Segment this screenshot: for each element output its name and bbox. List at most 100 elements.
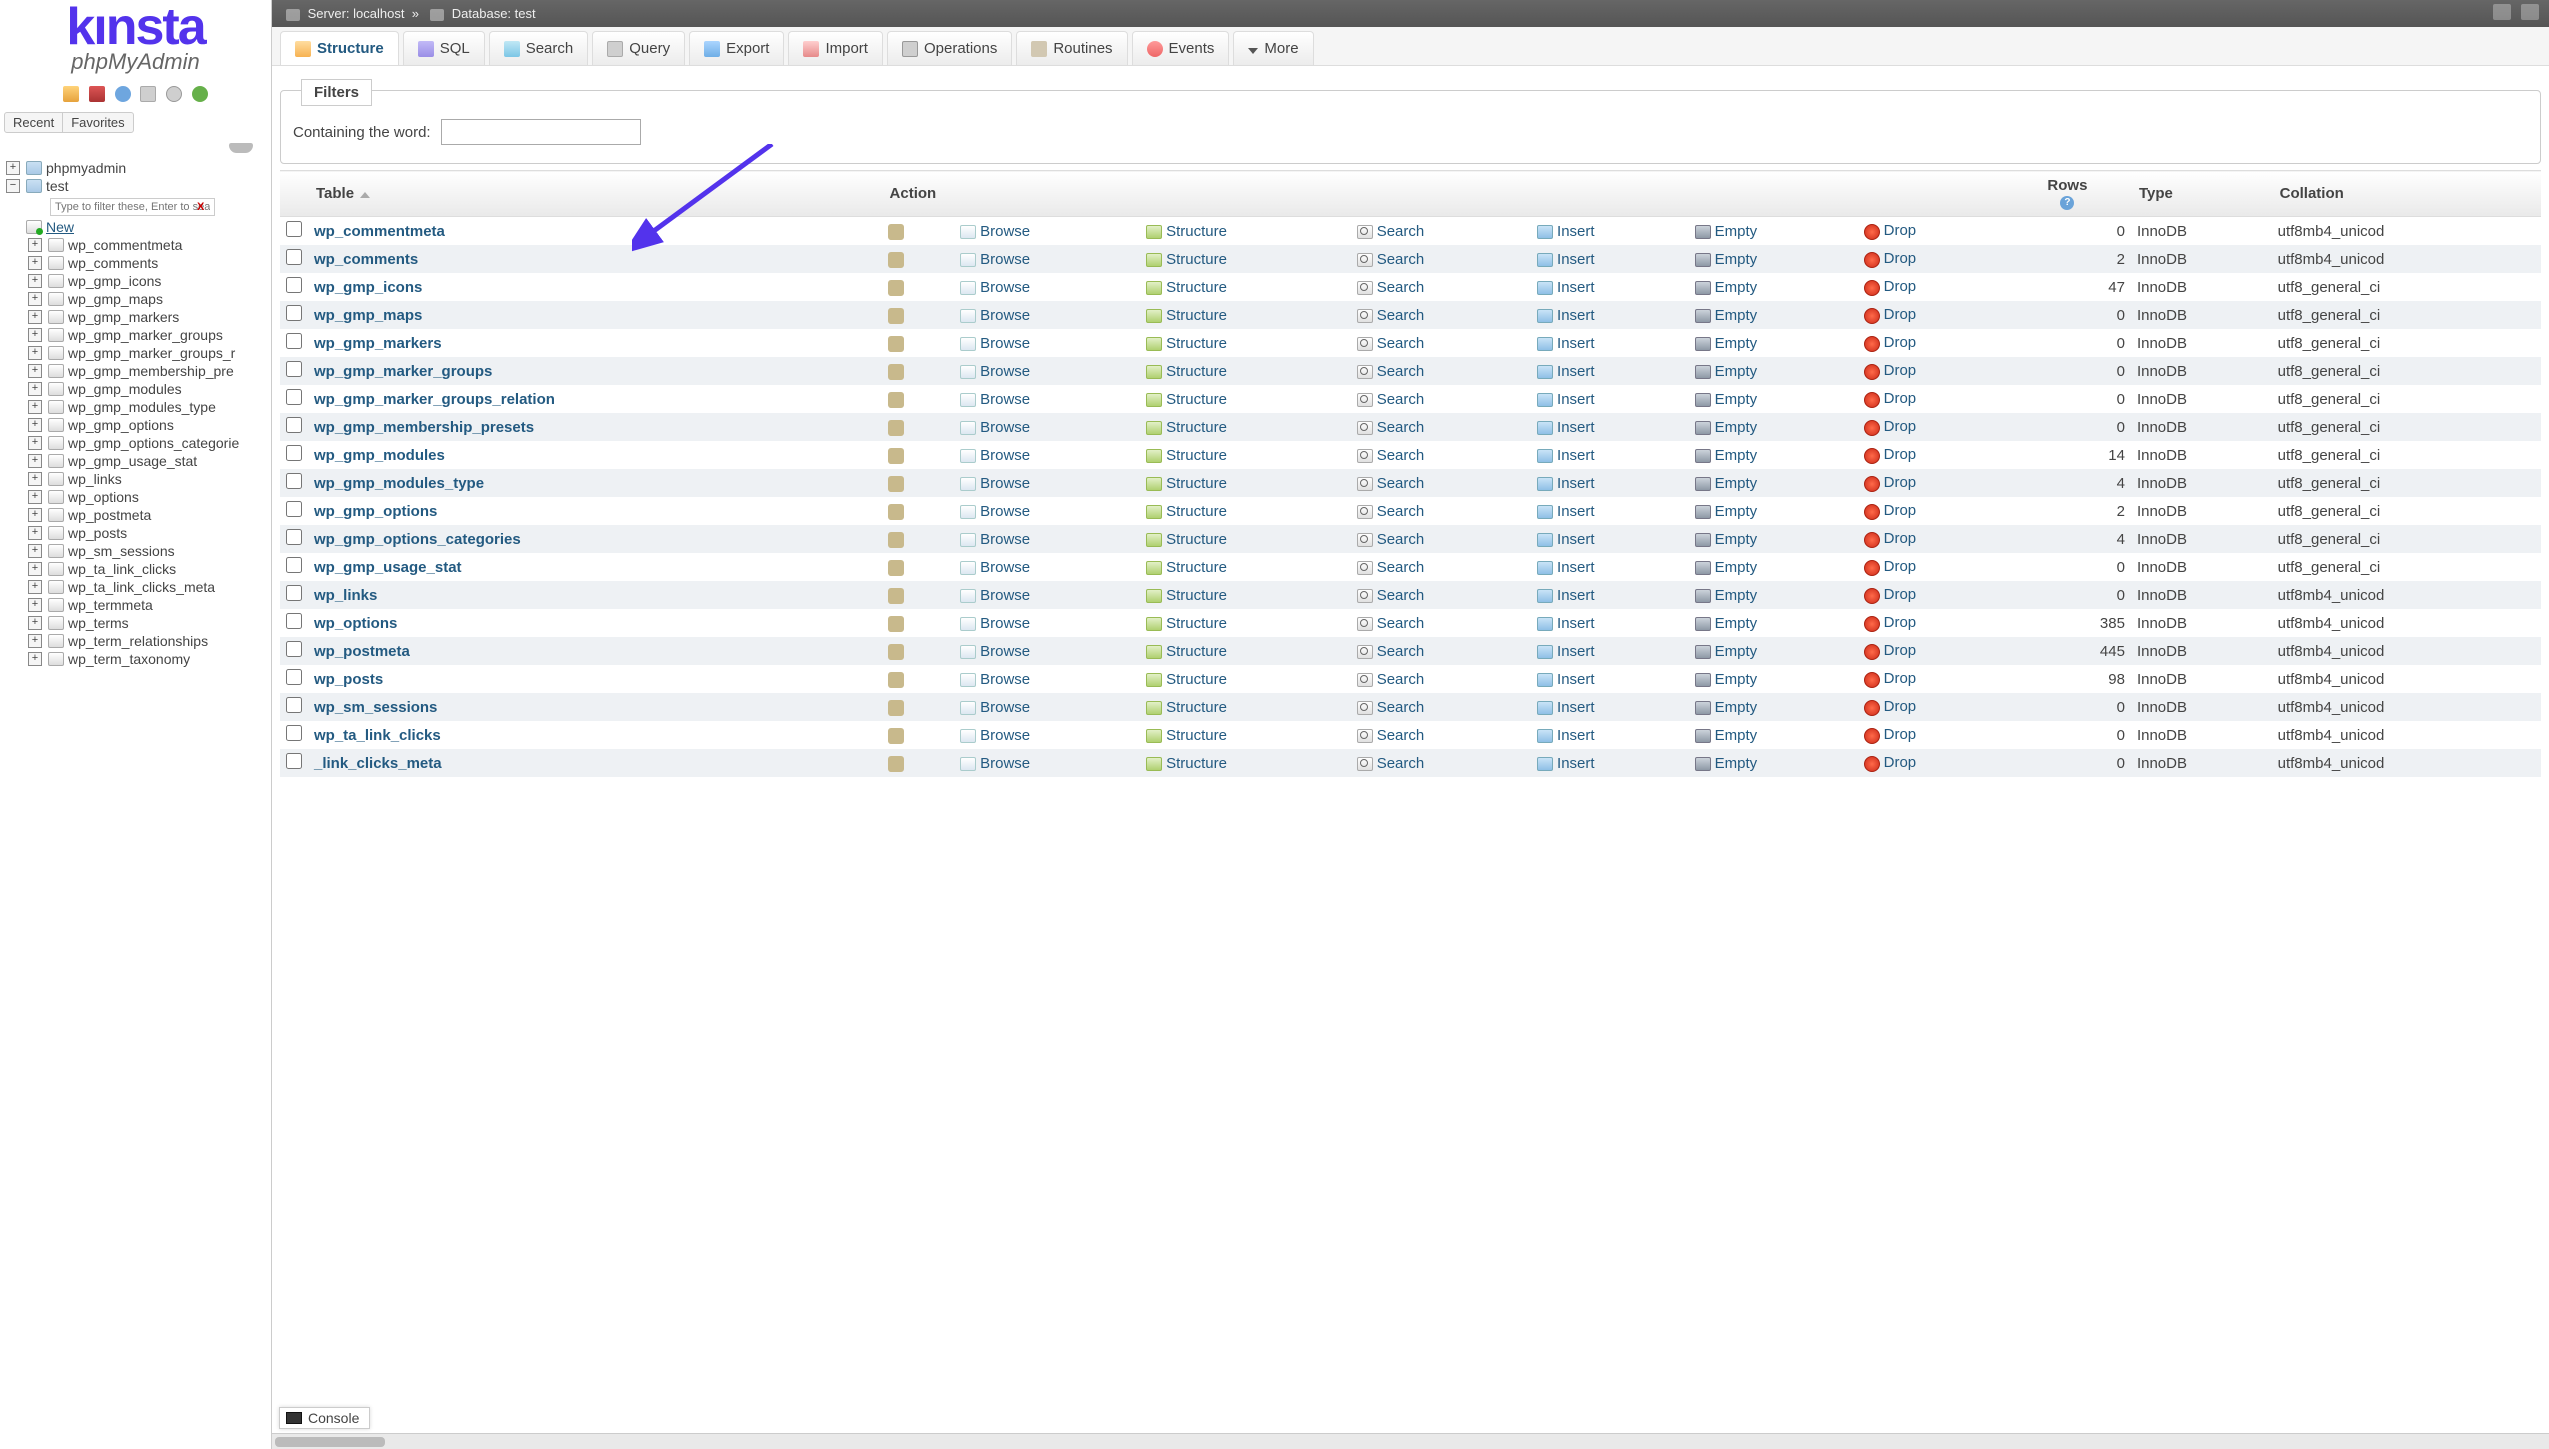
row-checkbox[interactable] xyxy=(286,277,302,293)
structure-link[interactable]: Structure xyxy=(1166,643,1227,660)
search-link[interactable]: Search xyxy=(1377,335,1425,352)
expand-toggle[interactable] xyxy=(28,400,42,414)
expand-toggle[interactable] xyxy=(28,418,42,432)
browse-link[interactable]: Browse xyxy=(980,223,1030,240)
tree-table[interactable]: wp_options xyxy=(68,489,139,505)
favorite-icon[interactable] xyxy=(888,504,904,520)
search-link[interactable]: Search xyxy=(1377,755,1425,772)
expand-toggle[interactable] xyxy=(28,382,42,396)
tab-operations[interactable]: Operations xyxy=(887,31,1012,65)
search-link[interactable]: Search xyxy=(1377,363,1425,380)
structure-link[interactable]: Structure xyxy=(1166,503,1227,520)
table-name-link[interactable]: wp_gmp_icons xyxy=(314,279,422,296)
tree-table[interactable]: wp_posts xyxy=(68,525,127,541)
empty-link[interactable]: Empty xyxy=(1715,223,1758,240)
expand-toggle[interactable] xyxy=(28,562,42,576)
empty-link[interactable]: Empty xyxy=(1715,587,1758,604)
expand-toggle[interactable] xyxy=(28,346,42,360)
search-link[interactable]: Search xyxy=(1377,615,1425,632)
tree-table[interactable]: wp_gmp_modules_type xyxy=(68,399,216,415)
drop-link[interactable]: Drop xyxy=(1884,362,1917,379)
rows-help-icon[interactable]: ? xyxy=(2060,196,2074,210)
row-checkbox[interactable] xyxy=(286,501,302,517)
table-name-link[interactable]: wp_commentmeta xyxy=(314,223,445,240)
insert-link[interactable]: Insert xyxy=(1557,419,1595,436)
empty-link[interactable]: Empty xyxy=(1715,503,1758,520)
row-checkbox[interactable] xyxy=(286,473,302,489)
tab-export[interactable]: Export xyxy=(689,31,784,65)
tree-table[interactable]: wp_gmp_icons xyxy=(68,273,161,289)
clear-filter-icon[interactable]: X xyxy=(197,201,204,213)
search-link[interactable]: Search xyxy=(1377,391,1425,408)
search-link[interactable]: Search xyxy=(1377,447,1425,464)
table-name-link[interactable]: wp_gmp_membership_presets xyxy=(314,419,534,436)
structure-link[interactable]: Structure xyxy=(1166,671,1227,688)
insert-link[interactable]: Insert xyxy=(1557,531,1595,548)
drop-link[interactable]: Drop xyxy=(1884,726,1917,743)
insert-link[interactable]: Insert xyxy=(1557,727,1595,744)
tree-table[interactable]: wp_ta_link_clicks_meta xyxy=(68,579,215,595)
structure-link[interactable]: Structure xyxy=(1166,559,1227,576)
browse-link[interactable]: Browse xyxy=(980,251,1030,268)
row-checkbox[interactable] xyxy=(286,305,302,321)
structure-link[interactable]: Structure xyxy=(1166,587,1227,604)
structure-link[interactable]: Structure xyxy=(1166,363,1227,380)
search-link[interactable]: Search xyxy=(1377,671,1425,688)
header-table[interactable]: Table xyxy=(308,171,882,217)
tree-table[interactable]: wp_commentmeta xyxy=(68,237,182,253)
browse-link[interactable]: Browse xyxy=(980,531,1030,548)
structure-link[interactable]: Structure xyxy=(1166,279,1227,296)
empty-link[interactable]: Empty xyxy=(1715,307,1758,324)
favorite-icon[interactable] xyxy=(888,336,904,352)
reload-icon[interactable] xyxy=(192,86,208,102)
table-name-link[interactable]: wp_gmp_marker_groups_relation xyxy=(314,391,555,408)
expand-toggle[interactable] xyxy=(6,179,20,193)
tree-db-test[interactable]: test xyxy=(46,178,69,194)
expand-toggle[interactable] xyxy=(28,472,42,486)
drop-link[interactable]: Drop xyxy=(1884,474,1917,491)
favorite-icon[interactable] xyxy=(888,616,904,632)
structure-link[interactable]: Structure xyxy=(1166,615,1227,632)
browse-link[interactable]: Browse xyxy=(980,363,1030,380)
expand-toggle[interactable] xyxy=(28,598,42,612)
favorite-icon[interactable] xyxy=(888,224,904,240)
drop-link[interactable]: Drop xyxy=(1884,250,1917,267)
tree-table[interactable]: wp_termmeta xyxy=(68,597,153,613)
structure-link[interactable]: Structure xyxy=(1166,307,1227,324)
browse-link[interactable]: Browse xyxy=(980,559,1030,576)
drop-link[interactable]: Drop xyxy=(1884,754,1917,771)
tree-table[interactable]: wp_gmp_markers xyxy=(68,309,179,325)
empty-link[interactable]: Empty xyxy=(1715,699,1758,716)
row-checkbox[interactable] xyxy=(286,557,302,573)
empty-link[interactable]: Empty xyxy=(1715,559,1758,576)
row-checkbox[interactable] xyxy=(286,725,302,741)
row-checkbox[interactable] xyxy=(286,221,302,237)
browse-link[interactable]: Browse xyxy=(980,279,1030,296)
table-name-link[interactable]: wp_sm_sessions xyxy=(314,699,437,716)
row-checkbox[interactable] xyxy=(286,753,302,769)
tree-table[interactable]: wp_term_relationships xyxy=(68,633,208,649)
sql-doc-icon[interactable] xyxy=(140,86,156,102)
recent-button[interactable]: Recent xyxy=(4,112,63,133)
search-link[interactable]: Search xyxy=(1377,279,1425,296)
tree-table[interactable]: wp_comments xyxy=(68,255,158,271)
tab-routines[interactable]: Routines xyxy=(1016,31,1127,65)
row-checkbox[interactable] xyxy=(286,445,302,461)
favorite-icon[interactable] xyxy=(888,280,904,296)
drop-link[interactable]: Drop xyxy=(1884,222,1917,239)
structure-link[interactable]: Structure xyxy=(1166,699,1227,716)
favorite-icon[interactable] xyxy=(888,644,904,660)
insert-link[interactable]: Insert xyxy=(1557,251,1595,268)
expand-toggle[interactable] xyxy=(28,580,42,594)
logout-icon[interactable] xyxy=(89,86,105,102)
drop-link[interactable]: Drop xyxy=(1884,558,1917,575)
home-icon[interactable] xyxy=(63,86,79,102)
expand-toggle[interactable] xyxy=(28,634,42,648)
tree-table[interactable]: wp_gmp_usage_stat xyxy=(68,453,197,469)
table-name-link[interactable]: wp_gmp_marker_groups xyxy=(314,363,492,380)
tab-sql[interactable]: SQL xyxy=(403,31,485,65)
search-link[interactable]: Search xyxy=(1377,223,1425,240)
breadcrumb-server[interactable]: localhost xyxy=(353,6,404,21)
drop-link[interactable]: Drop xyxy=(1884,306,1917,323)
search-link[interactable]: Search xyxy=(1377,699,1425,716)
